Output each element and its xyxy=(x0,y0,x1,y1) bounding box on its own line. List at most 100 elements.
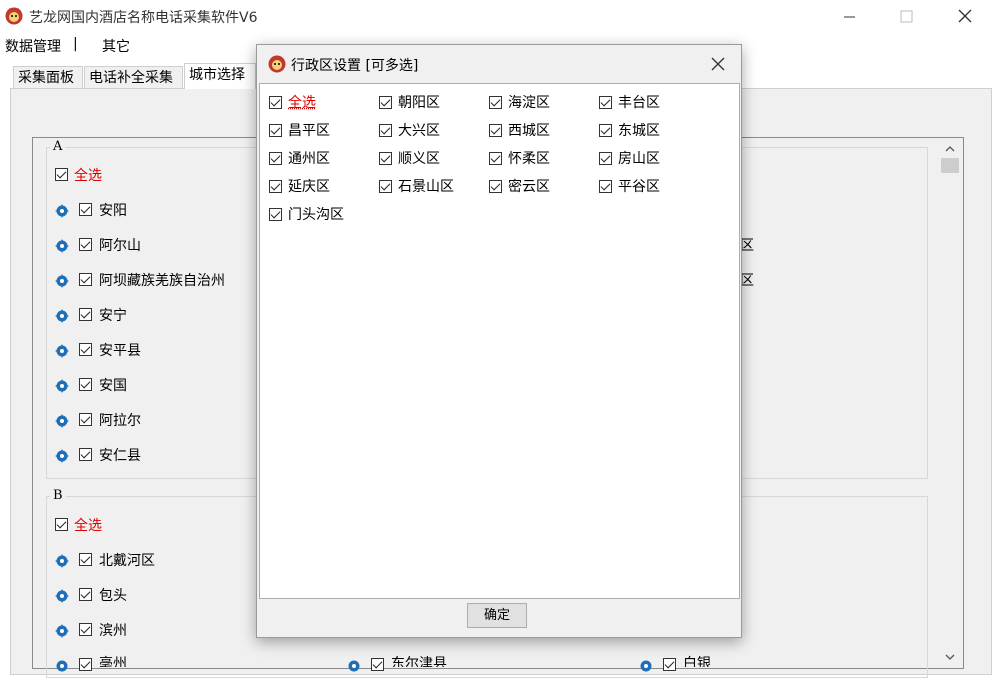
window-title: 艺龙网国内酒店名称电话采集软件V6 xyxy=(29,10,258,26)
district-checkbox[interactable] xyxy=(379,124,392,137)
app-logo-icon xyxy=(5,7,23,25)
district-label: 顺义区 xyxy=(398,151,440,167)
district-checkbox[interactable] xyxy=(599,152,612,165)
gear-icon[interactable] xyxy=(55,624,69,638)
gear-icon[interactable] xyxy=(55,659,69,673)
city-checkbox[interactable] xyxy=(79,273,92,286)
ok-button[interactable]: 确定 xyxy=(467,603,527,628)
city-checkbox[interactable] xyxy=(79,448,92,461)
district-label: 大兴区 xyxy=(398,123,440,139)
district-checkbox[interactable] xyxy=(489,152,502,165)
window-titlebar: 艺龙网国内酒店名称电话采集软件V6 xyxy=(0,0,996,34)
city-label: 滨州 xyxy=(99,623,127,639)
city-label: 阿坝藏族羌族自治州 xyxy=(99,273,225,289)
district-checkbox[interactable] xyxy=(379,152,392,165)
gear-icon[interactable] xyxy=(55,274,69,288)
district-checkbox[interactable] xyxy=(489,124,502,137)
city-label: 北戴河区 xyxy=(99,553,155,569)
district-checkbox[interactable] xyxy=(269,180,282,193)
gear-icon[interactable] xyxy=(55,204,69,218)
city-label: 安宁 xyxy=(99,308,127,324)
select-all-b-label[interactable]: 全选 xyxy=(74,517,102,535)
district-label: 延庆区 xyxy=(288,179,330,195)
tab-phone-completion[interactable]: 电话补全采集 xyxy=(84,66,183,88)
district-checkbox[interactable] xyxy=(489,180,502,193)
district-label: 密云区 xyxy=(508,179,550,195)
city-label: 阿拉尔 xyxy=(99,413,141,429)
gear-icon[interactable] xyxy=(55,414,69,428)
district-label: 西城区 xyxy=(508,123,550,139)
city-label: 安阳 xyxy=(99,203,127,219)
city-label: 东尔津县 xyxy=(391,656,447,667)
scroll-up-arrow-icon[interactable] xyxy=(944,142,956,152)
district-label: 平谷区 xyxy=(618,179,660,195)
district-label: 石景山区 xyxy=(398,179,454,195)
district-label: 怀柔区 xyxy=(508,151,550,167)
dialog-title: 行政区设置 [可多选] xyxy=(291,58,419,74)
dialog-logo-icon xyxy=(268,55,286,73)
city-checkbox[interactable] xyxy=(79,623,92,636)
scroll-down-arrow-icon[interactable] xyxy=(944,650,956,660)
gear-icon[interactable] xyxy=(55,344,69,358)
gear-icon[interactable] xyxy=(639,659,653,673)
gear-icon[interactable] xyxy=(55,449,69,463)
city-checkbox[interactable] xyxy=(79,588,92,601)
city-checkbox[interactable] xyxy=(79,658,92,671)
gear-icon[interactable] xyxy=(55,239,69,253)
group-a-legend: A xyxy=(50,139,66,154)
district-label: 东城区 xyxy=(618,123,660,139)
gear-icon[interactable] xyxy=(55,379,69,393)
district-checkbox[interactable] xyxy=(379,180,392,193)
city-checkbox[interactable] xyxy=(663,658,676,671)
district-select-all[interactable]: 全选 xyxy=(288,94,316,112)
partial-city-label: 区 xyxy=(740,273,754,289)
close-button[interactable] xyxy=(951,4,979,28)
city-checkbox[interactable] xyxy=(79,343,92,356)
district-checkbox[interactable] xyxy=(269,124,282,137)
minimize-button[interactable] xyxy=(836,4,862,28)
city-label: 阿尔山 xyxy=(99,238,141,254)
gear-icon[interactable] xyxy=(347,659,361,673)
district-label: 朝阳区 xyxy=(398,95,440,111)
city-checkbox[interactable] xyxy=(371,658,384,671)
gear-icon[interactable] xyxy=(55,554,69,568)
city-checkbox[interactable] xyxy=(79,378,92,391)
menu-item-data-management[interactable]: 数据管理 xyxy=(5,36,61,56)
city-label: 亳州 xyxy=(99,656,127,667)
maximize-button[interactable] xyxy=(893,4,919,28)
city-label: 白银 xyxy=(683,656,711,667)
partial-city-label: 区 xyxy=(740,238,754,254)
scroll-thumb[interactable] xyxy=(941,158,959,173)
district-checkbox[interactable] xyxy=(269,152,282,165)
city-checkbox[interactable] xyxy=(79,238,92,251)
district-label: 门头沟区 xyxy=(288,207,344,223)
district-checkbox[interactable] xyxy=(599,124,612,137)
district-checkbox[interactable] xyxy=(489,96,502,109)
select-all-a-label[interactable]: 全选 xyxy=(74,167,102,185)
city-label: 安仁县 xyxy=(99,448,141,464)
district-label: 房山区 xyxy=(618,151,660,167)
select-all-b-checkbox[interactable] xyxy=(55,518,68,531)
city-label: 包头 xyxy=(99,588,127,604)
vertical-scrollbar[interactable] xyxy=(940,138,960,666)
menu-separator: | xyxy=(73,36,78,52)
city-label: 安平县 xyxy=(99,343,141,359)
tab-collection-panel[interactable]: 采集面板 xyxy=(13,66,83,88)
district-checkbox[interactable] xyxy=(599,96,612,109)
city-checkbox[interactable] xyxy=(79,413,92,426)
menu-item-other[interactable]: 其它 xyxy=(102,36,130,56)
district-checkbox[interactable] xyxy=(269,208,282,221)
tab-city-select[interactable]: 城市选择 xyxy=(184,63,256,89)
city-checkbox[interactable] xyxy=(79,553,92,566)
dialog-close-button[interactable] xyxy=(705,53,731,75)
city-checkbox[interactable] xyxy=(79,308,92,321)
city-checkbox[interactable] xyxy=(79,203,92,216)
gear-icon[interactable] xyxy=(55,589,69,603)
select-all-a-checkbox[interactable] xyxy=(55,168,68,181)
district-checkbox[interactable] xyxy=(379,96,392,109)
district-checkbox[interactable] xyxy=(269,96,282,109)
district-checkbox[interactable] xyxy=(599,180,612,193)
group-b-legend: B xyxy=(50,488,66,503)
gear-icon[interactable] xyxy=(55,309,69,323)
district-label: 昌平区 xyxy=(288,123,330,139)
